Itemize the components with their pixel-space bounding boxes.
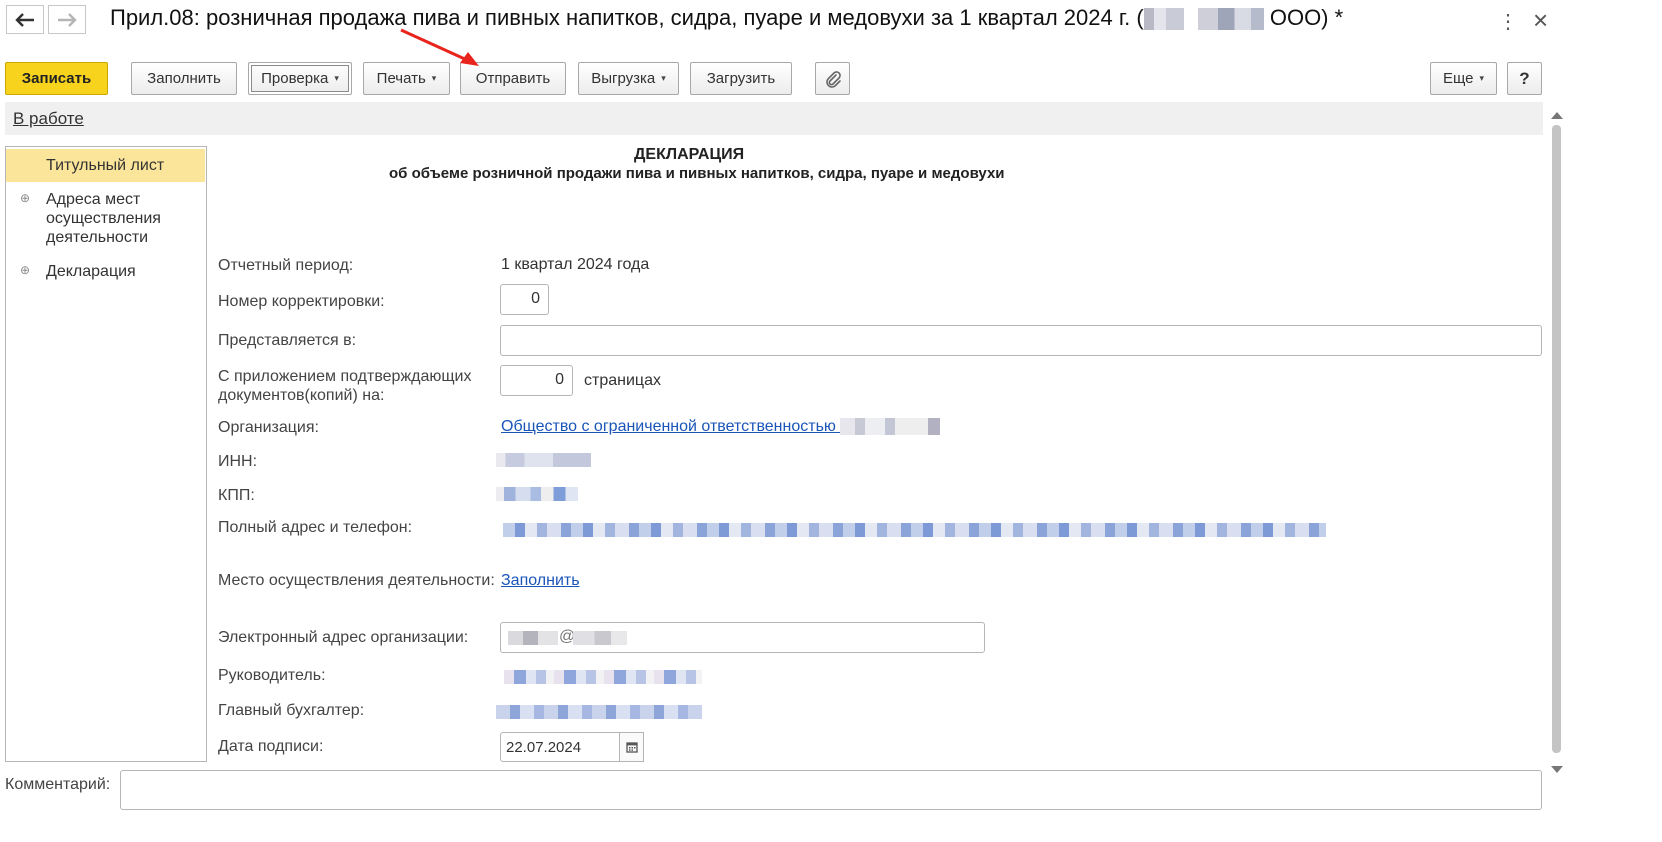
send-button-label: Отправить xyxy=(475,70,551,87)
sidebar-item-label: Адреса мест осуществления деятельности xyxy=(46,191,161,246)
sidebar-item-title-page[interactable]: Титульный лист xyxy=(6,149,205,182)
accountant-label: Главный бухгалтер: xyxy=(218,702,365,719)
redacted-org-name xyxy=(840,418,941,436)
arrow-right-icon xyxy=(58,12,77,27)
sidebar: Титульный лист ⊕ Адреса мест осуществлен… xyxy=(5,146,207,762)
chevron-down-icon: ▾ xyxy=(661,73,666,83)
comment-field[interactable] xyxy=(120,770,1542,810)
org-link-text: Общество с ограниченной ответственностью xyxy=(501,418,836,435)
save-button-label: Записать xyxy=(21,70,92,87)
annotation-arrow xyxy=(400,28,479,66)
period-label: Отчетный период: xyxy=(218,257,354,274)
attachments-unit: страницах xyxy=(584,372,661,389)
redacted-head xyxy=(504,670,702,684)
period-value: 1 квартал 2024 года xyxy=(501,256,650,273)
head-label: Руководитель: xyxy=(218,667,326,684)
date-label: Дата подписи: xyxy=(218,738,324,755)
form-heading: ДЕКЛАРАЦИЯ xyxy=(634,146,745,163)
print-button-label: Печать xyxy=(376,70,426,87)
email-label: Электронный адрес организации: xyxy=(218,629,469,646)
calendar-icon xyxy=(625,742,638,753)
fill-button-label: Заполнить xyxy=(147,70,221,87)
redacted-inn xyxy=(496,453,591,467)
title-prefix: Прил.08: розничная продажа пива и пивных… xyxy=(110,5,1144,30)
help-button[interactable]: ? xyxy=(1507,62,1542,95)
scroll-up-arrow[interactable] xyxy=(1551,112,1563,119)
chevron-down-icon: ▾ xyxy=(1479,73,1485,83)
sidebar-item-addresses[interactable]: Адреса мест осуществления деятельности xyxy=(6,190,176,247)
org-label: Организация: xyxy=(218,419,319,436)
arrow-left-icon xyxy=(15,12,34,27)
export-button-label: Выгрузка xyxy=(591,70,656,87)
place-label: Место осуществления деятельности: xyxy=(218,572,495,589)
scrollbar[interactable] xyxy=(1552,125,1561,753)
paperclip-icon xyxy=(825,70,841,88)
correction-field[interactable]: 0 xyxy=(500,284,549,315)
load-button-label: Загрузить xyxy=(706,70,776,87)
redacted-accountant xyxy=(496,705,702,719)
export-button[interactable]: Выгрузка ▾ xyxy=(578,62,679,95)
kpp-label: КПП: xyxy=(218,487,255,504)
window-title: Прил.08: розничная продажа пива и пивных… xyxy=(110,5,1343,31)
correction-label: Номер корректировки: xyxy=(218,293,385,310)
correction-value: 0 xyxy=(531,290,540,307)
submitted-to-field[interactable] xyxy=(500,325,1542,356)
redacted-email xyxy=(573,631,627,645)
sidebar-item-label: Титульный лист xyxy=(46,157,165,174)
redacted-kpp xyxy=(496,487,578,501)
more-button[interactable]: Еще ▾ xyxy=(1430,62,1497,95)
attachments-label: С приложением подтверждающих документов(… xyxy=(218,368,472,404)
sidebar-item-label: Декларация xyxy=(46,263,136,280)
chevron-down-icon: ▾ xyxy=(334,73,339,83)
redacted-org-name xyxy=(1197,8,1264,31)
redacted-email xyxy=(508,631,558,645)
inn-label: ИНН: xyxy=(218,453,258,470)
form-subheading: об объеме розничной продажи пива и пивны… xyxy=(389,165,1005,182)
load-button[interactable]: Загрузить xyxy=(690,62,792,95)
status-strip: В работе xyxy=(5,102,1543,135)
close-icon[interactable]: × xyxy=(1533,5,1548,36)
more-vertical-icon[interactable]: ⋮ xyxy=(1498,9,1518,34)
calendar-button[interactable] xyxy=(619,732,644,762)
fill-button[interactable]: Заполнить xyxy=(131,62,237,95)
redacted-address xyxy=(503,523,1326,537)
org-link[interactable]: Общество с ограниченной ответственностью xyxy=(501,418,941,436)
title-suffix: ООО) * xyxy=(1263,5,1344,30)
submitted-to-label: Представляется в: xyxy=(218,332,357,349)
place-fill-link[interactable]: Заполнить xyxy=(501,572,580,590)
redacted-org-name xyxy=(1143,8,1184,31)
check-button-label: Проверка xyxy=(261,70,329,87)
help-button-label: ? xyxy=(1519,68,1530,88)
address-label: Полный адрес и телефон: xyxy=(218,519,413,536)
chevron-down-icon: ▾ xyxy=(431,73,437,83)
forward-button[interactable] xyxy=(48,5,86,34)
back-button[interactable] xyxy=(6,5,44,34)
date-value: 22.07.2024 xyxy=(506,739,582,756)
comment-label: Комментарий: xyxy=(5,776,111,793)
more-button-label: Еще xyxy=(1442,70,1474,87)
scroll-down-arrow[interactable] xyxy=(1551,766,1563,773)
sidebar-item-declaration[interactable]: Декларация xyxy=(6,262,206,281)
attachments-field[interactable]: 0 xyxy=(500,365,573,396)
check-button[interactable]: Проверка ▾ xyxy=(248,62,352,95)
status-link[interactable]: В работе xyxy=(13,109,84,129)
attachments-value: 0 xyxy=(555,371,564,388)
email-field[interactable]: @ xyxy=(500,622,985,653)
save-button[interactable]: Записать xyxy=(5,62,108,95)
date-field[interactable]: 22.07.2024 xyxy=(500,732,620,762)
attach-button[interactable] xyxy=(815,62,850,95)
